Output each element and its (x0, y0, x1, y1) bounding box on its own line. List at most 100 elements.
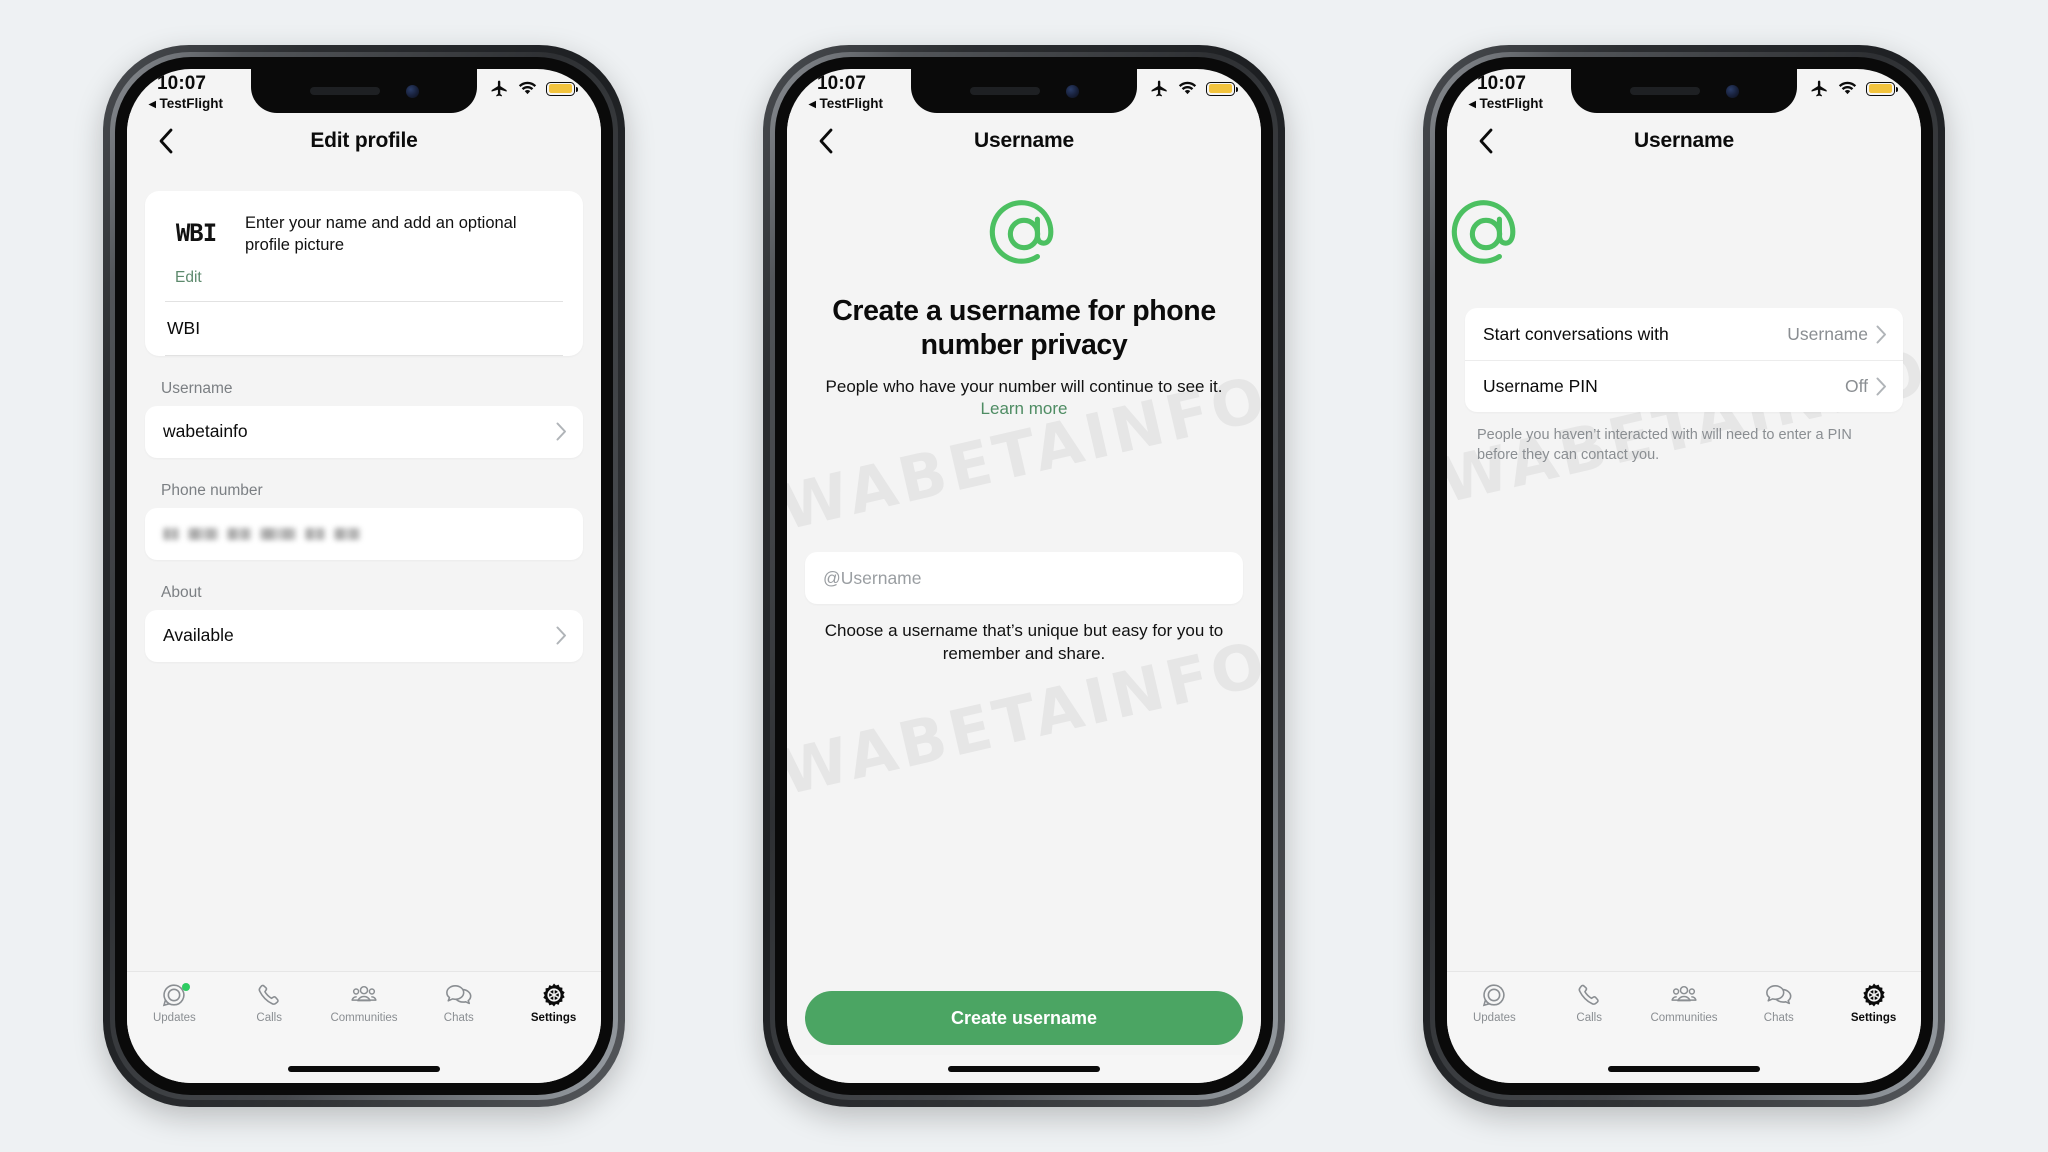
airplane-mode-icon (1151, 80, 1167, 97)
tab-calls[interactable]: Calls (1542, 982, 1637, 1024)
row-label: Username PIN (1483, 376, 1598, 396)
back-button[interactable] (149, 124, 183, 158)
back-button[interactable] (1469, 124, 1503, 158)
nav-bar-2: Username (787, 113, 1261, 169)
tab-label: Updates (1472, 1012, 1516, 1024)
chats-icon (1765, 985, 1792, 1005)
airplane-mode-icon (491, 80, 507, 97)
content-1: WBI Enter your name and add an optional … (127, 169, 601, 971)
tab-communities[interactable]: Communities (1637, 982, 1732, 1024)
page-title: Edit profile (310, 129, 418, 152)
settings-list: Start conversations with Username Userna… (1465, 308, 1903, 412)
notch (251, 69, 477, 113)
content-2: WABETAINFO WABETAINFO Create a username … (787, 169, 1261, 1055)
airplane-mode-icon (1811, 80, 1827, 97)
tab-chats[interactable]: Chats (1731, 982, 1826, 1024)
tab-label: Communities (330, 1012, 398, 1024)
tab-label: Updates (152, 1012, 196, 1024)
tab-communities[interactable]: Communities (317, 982, 412, 1024)
chevron-left-icon (1479, 128, 1493, 154)
status-indicators (1150, 79, 1239, 98)
status-time: 10:07 (157, 73, 207, 94)
subtitle: People who have your number will continu… (809, 376, 1239, 420)
chevron-left-icon (159, 128, 173, 154)
settings-footer-text: People you haven’t interacted with will … (1477, 427, 1852, 463)
status-back-to-app[interactable]: ◂ TestFlight (809, 96, 883, 112)
home-indicator[interactable] (1447, 1055, 1921, 1083)
device-phone-1: 10:07 ◂ TestFlight Edit profile WBI Ente… (103, 45, 625, 1107)
notch (1571, 69, 1797, 113)
username-input-placeholder: @Username (823, 567, 922, 588)
phone-icon (1578, 984, 1599, 1005)
updates-badge-dot (182, 983, 191, 991)
subtitle-text: People who have your number will continu… (825, 377, 1223, 397)
communities-icon (351, 985, 377, 1002)
tab-label: Communities (1650, 1012, 1718, 1024)
username-group-label: Username (161, 379, 233, 397)
chats-icon (445, 985, 472, 1005)
tab-label: Calls (256, 1012, 282, 1024)
tab-settings[interactable]: Settings (506, 982, 601, 1024)
avatar[interactable]: WBI (165, 211, 227, 255)
battery-icon (1866, 81, 1899, 96)
headline: Create a username for phone number priva… (832, 295, 1216, 361)
wifi-icon (1178, 81, 1197, 95)
screenshot-stage: 10:07 ◂ TestFlight Edit profile WBI Ente… (0, 0, 2048, 1152)
battery-icon (546, 81, 579, 96)
tab-label: Settings (1850, 1012, 1897, 1024)
chevron-right-icon (1876, 325, 1887, 344)
back-button[interactable] (809, 124, 843, 158)
row-username-pin[interactable]: Username PIN Off (1465, 360, 1903, 412)
wifi-icon (518, 81, 537, 95)
helper-text: Choose a username that’s unique but easy… (824, 621, 1224, 663)
status-indicators (490, 79, 579, 98)
tab-label: Chats (1763, 1012, 1794, 1024)
tab-chats[interactable]: Chats (411, 982, 506, 1024)
phone-number-redacted (163, 527, 360, 540)
screen-1: 10:07 ◂ TestFlight Edit profile WBI Ente… (127, 69, 601, 1083)
home-indicator[interactable] (127, 1055, 601, 1083)
about-value: Available (163, 625, 234, 646)
profile-card: WBI Enter your name and add an optional … (145, 191, 583, 356)
gear-icon (542, 983, 565, 1007)
row-value: Username (1787, 323, 1868, 344)
about-row[interactable]: Available (145, 609, 583, 662)
phone-number-row[interactable] (145, 507, 583, 560)
tab-bar-3: Updates Calls Communities Chats Settings (1447, 971, 1921, 1055)
device-phone-3: 10:07 ◂ TestFlight Username WABETAINFO S… (1423, 45, 1945, 1107)
learn-more-link[interactable]: Learn more (981, 399, 1068, 418)
at-sign-icon (1451, 200, 1516, 264)
edit-avatar-link[interactable]: Edit (175, 269, 563, 287)
updates-icon (1483, 984, 1505, 1007)
screen-2: 10:07 ◂ TestFlight Username WABETAINFO W… (787, 69, 1261, 1083)
tab-updates[interactable]: Updates (1447, 982, 1542, 1024)
at-sign-icon (989, 200, 1054, 264)
front-camera-icon (405, 84, 419, 98)
username-row[interactable]: wabetainfo (145, 405, 583, 458)
chevron-right-icon (556, 422, 567, 441)
wifi-icon (1838, 81, 1857, 95)
status-back-to-app[interactable]: ◂ TestFlight (1469, 96, 1543, 112)
device-phone-2: 10:07 ◂ TestFlight Username WABETAINFO W… (763, 45, 1285, 1107)
page-title: Username (974, 129, 1074, 152)
front-camera-icon (1725, 84, 1739, 98)
tab-settings[interactable]: Settings (1826, 982, 1921, 1024)
name-field[interactable]: WBI (165, 300, 563, 356)
home-indicator[interactable] (787, 1055, 1261, 1083)
row-label: Start conversations with (1483, 323, 1669, 344)
create-username-button[interactable]: Create username (805, 991, 1243, 1045)
username-input[interactable]: @Username (805, 552, 1243, 605)
phone-icon (258, 984, 279, 1005)
profile-header: WBI Enter your name and add an optional … (165, 211, 563, 257)
tab-label: Settings (530, 1012, 577, 1024)
tab-updates[interactable]: Updates (127, 982, 222, 1024)
status-time: 10:07 (817, 73, 867, 94)
tab-calls[interactable]: Calls (222, 982, 317, 1024)
battery-icon (1206, 81, 1239, 96)
row-start-conversations-with[interactable]: Start conversations with Username (1465, 308, 1903, 360)
status-back-to-app[interactable]: ◂ TestFlight (149, 96, 223, 112)
about-group-label: About (161, 583, 202, 601)
tab-label: Chats (443, 1012, 474, 1024)
row-value: Off (1844, 376, 1868, 396)
chevron-left-icon (819, 128, 833, 154)
